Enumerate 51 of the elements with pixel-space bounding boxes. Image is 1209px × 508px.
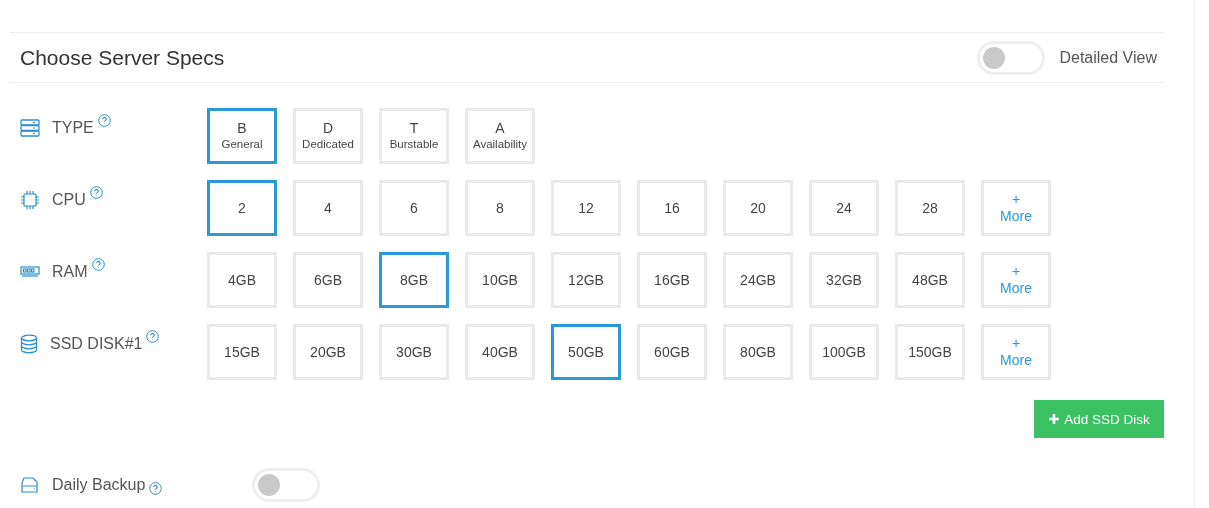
help-icon[interactable] <box>149 481 163 495</box>
size-option[interactable]: 60GB <box>637 324 707 380</box>
daily-backup-toggle[interactable] <box>252 468 320 502</box>
size-option[interactable]: 12GB <box>551 252 621 308</box>
memory-icon <box>20 266 40 278</box>
type-option[interactable]: D Dedicated <box>293 108 363 164</box>
size-option[interactable]: 30GB <box>379 324 449 380</box>
type-option[interactable]: T Burstable <box>379 108 449 164</box>
help-icon[interactable] <box>91 258 105 271</box>
type-option[interactable]: B General <box>207 108 277 164</box>
size-option[interactable]: 100GB <box>809 324 879 380</box>
size-option[interactable]: 20 <box>723 180 793 236</box>
size-option[interactable]: 16GB <box>637 252 707 308</box>
size-option[interactable]: 4GB <box>207 252 277 308</box>
size-option[interactable]: 24 <box>809 180 879 236</box>
help-icon[interactable] <box>146 330 160 343</box>
type-option[interactable]: A Availability <box>465 108 535 164</box>
chip-icon <box>20 190 40 210</box>
toggle-label: Detailed View <box>1059 48 1157 67</box>
help-icon[interactable] <box>97 114 111 127</box>
size-option[interactable]: 32GB <box>809 252 879 308</box>
size-option[interactable]: 80GB <box>723 324 793 380</box>
size-option[interactable]: 24GB <box>723 252 793 308</box>
size-option[interactable]: 8 <box>465 180 535 236</box>
detailed-view-toggle[interactable] <box>977 40 1046 75</box>
size-option[interactable]: 8GB <box>379 252 449 308</box>
size-option[interactable]: 6 <box>379 180 449 236</box>
spec-label: RAM <box>52 263 88 281</box>
size-option[interactable]: 16 <box>637 180 707 236</box>
backup-drive-icon <box>20 476 40 494</box>
size-option[interactable]: 20GB <box>293 324 363 380</box>
spec-label: TYPE <box>52 119 94 137</box>
size-option[interactable]: 2 <box>207 180 277 236</box>
database-icon <box>20 334 38 354</box>
backup-label: Daily Backup <box>52 476 146 494</box>
size-option[interactable]: 4 <box>293 180 363 236</box>
size-option[interactable]: 12 <box>551 180 621 236</box>
size-option[interactable]: 50GB <box>551 324 621 380</box>
size-option[interactable]: 150GB <box>895 324 965 380</box>
size-option[interactable]: 48GB <box>895 252 965 308</box>
size-option[interactable]: 10GB <box>465 252 535 308</box>
size-option[interactable]: 6GB <box>293 252 363 308</box>
size-option[interactable]: 40GB <box>465 324 535 380</box>
server-icon <box>20 119 40 137</box>
help-icon[interactable] <box>89 186 103 199</box>
size-option[interactable]: 28 <box>895 180 965 236</box>
spec-label: SSD DISK#1 <box>50 335 143 353</box>
spec-label: CPU <box>52 191 86 209</box>
section-title: Choose Server Specs <box>20 45 226 70</box>
size-option[interactable]: 15GB <box>207 324 277 380</box>
plus-icon <box>1048 413 1061 425</box>
